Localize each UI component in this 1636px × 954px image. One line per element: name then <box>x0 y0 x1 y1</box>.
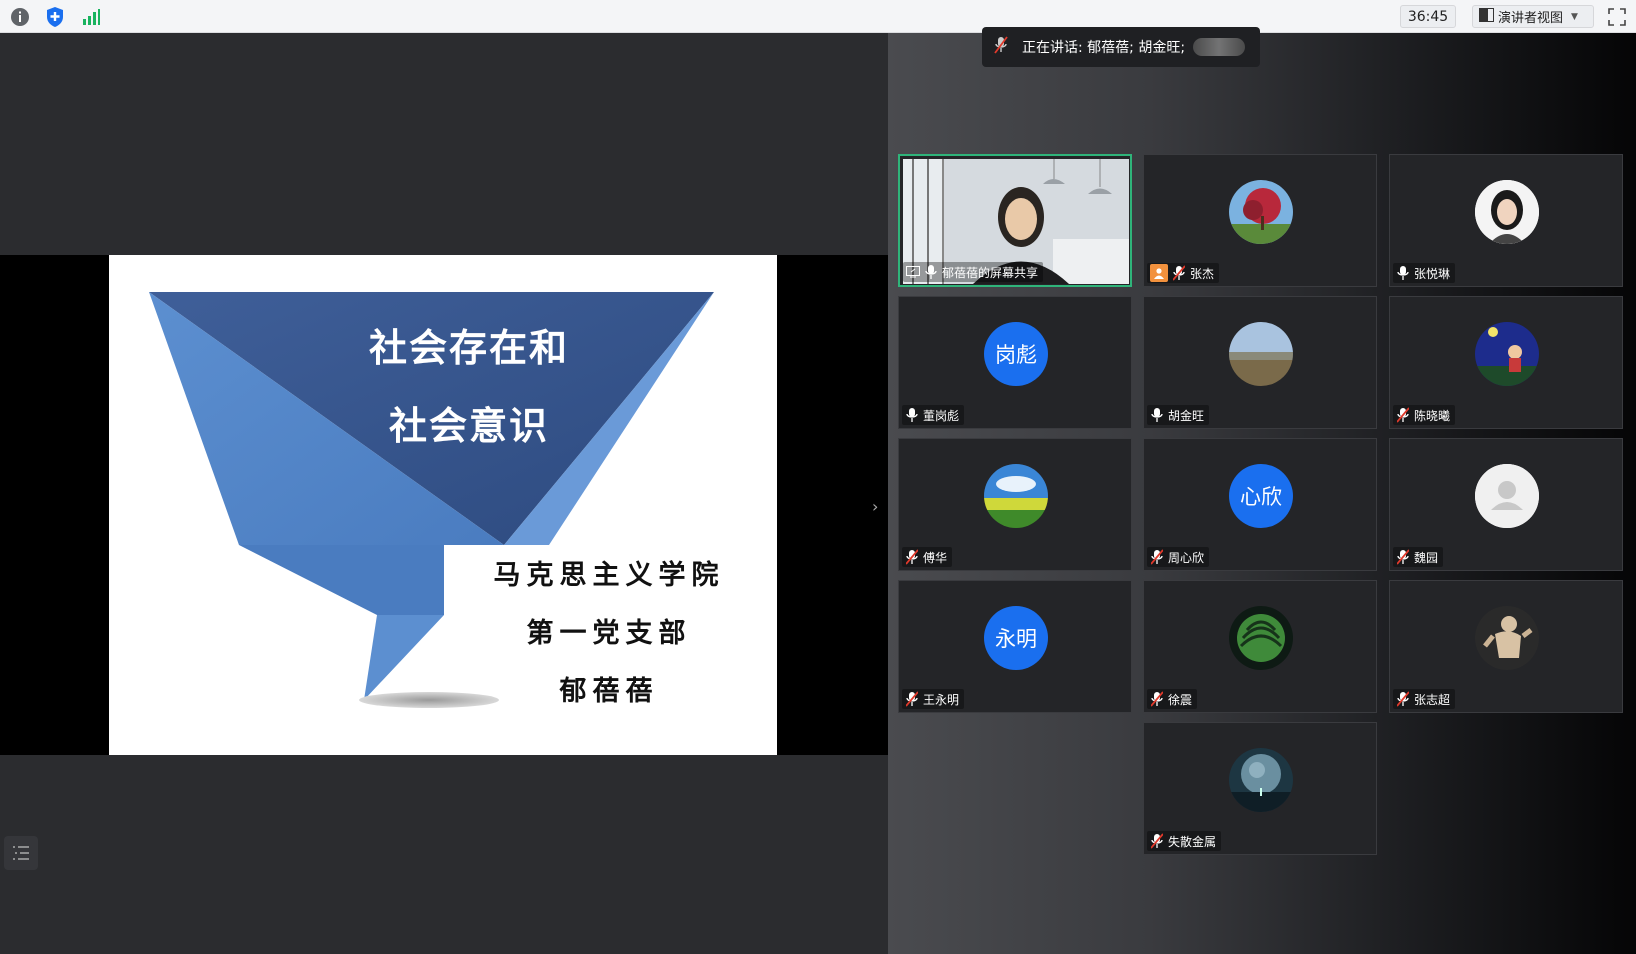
participant-tile[interactable]: 永明 王永明 <box>898 580 1132 713</box>
muted-mic-icon <box>1396 407 1410 423</box>
collapse-arrow-icon[interactable]: › <box>872 497 878 516</box>
participant-nameplate: 董岗彪 <box>902 405 965 425</box>
speaking-extra-blurred <box>1193 38 1246 56</box>
participant-tile[interactable]: 陈晓曦 <box>1389 296 1623 429</box>
muted-mic-icon <box>905 691 919 707</box>
participant-name: 张悦琳 <box>1414 266 1451 281</box>
muted-mic-icon <box>1150 833 1164 849</box>
slide-title-line1: 社会存在和 <box>368 325 569 370</box>
chevron-down-icon: ▼ <box>1571 11 1578 22</box>
avatar <box>1475 606 1539 670</box>
view-mode-dropdown[interactable]: 演讲者视图 ▼ <box>1472 5 1594 28</box>
avatar-initials: 永明 <box>984 606 1048 670</box>
screen-share-icon <box>906 264 920 280</box>
participant-name: 董岗彪 <box>923 408 960 423</box>
default-avatar-icon <box>1475 464 1539 528</box>
participant-tile[interactable]: 张志超 <box>1389 580 1623 713</box>
slide-title-line2: 社会意识 <box>388 403 549 448</box>
shared-screen-panel: 社会存在和 社会意识 马克思主义学院 第一党支部 郁蓓蓓 › <box>0 33 888 954</box>
participant-nameplate: 陈晓曦 <box>1393 405 1456 425</box>
participant-nameplate: 周心欣 <box>1147 547 1210 567</box>
participant-nameplate: 徐震 <box>1147 689 1198 709</box>
participant-name: 陈晓曦 <box>1414 408 1451 423</box>
muted-mic-icon <box>1172 265 1186 281</box>
participant-nameplate: 张杰 <box>1147 263 1220 283</box>
host-icon <box>1150 264 1168 282</box>
mic-icon <box>1396 265 1410 281</box>
slide-org-line1: 马克思主义学院 <box>493 560 725 591</box>
signal-icon[interactable] <box>80 6 102 28</box>
list-menu-icon[interactable] <box>4 836 38 870</box>
slide-presenter: 郁蓓蓓 <box>559 676 659 707</box>
avatar <box>1229 606 1293 670</box>
presentation-slide: 社会存在和 社会意识 马克思主义学院 第一党支部 郁蓓蓓 <box>109 255 777 755</box>
participant-name: 失散金属 <box>1168 834 1217 849</box>
participant-name: 傅华 <box>923 550 948 565</box>
meeting-timer: 36:45 <box>1400 5 1456 28</box>
participant-nameplate: 张悦琳 <box>1393 263 1456 283</box>
muted-mic-icon <box>1396 549 1410 565</box>
shield-icon[interactable] <box>44 6 66 28</box>
avatar <box>1475 322 1539 386</box>
participant-tile[interactable]: 傅华 <box>898 438 1132 571</box>
participant-nameplate: 胡金旺 <box>1147 405 1210 425</box>
avatar-initials: 岗彪 <box>984 322 1048 386</box>
muted-mic-icon <box>994 36 1008 58</box>
participant-name: 张杰 <box>1190 266 1215 281</box>
avatar <box>1475 180 1539 244</box>
top-toolbar: 36:45 演讲者视图 ▼ <box>0 0 1636 33</box>
meeting-window: 36:45 演讲者视图 ▼ 社会存在和 社会意识 马克思主义学院 第一党支部 郁… <box>0 0 1636 954</box>
speaker-view-icon <box>1479 7 1494 26</box>
mic-icon <box>905 407 919 423</box>
participant-tile[interactable]: 张杰 <box>1143 154 1377 287</box>
avatar <box>1229 180 1293 244</box>
participant-tile[interactable]: 徐震 <box>1143 580 1377 713</box>
muted-mic-icon <box>905 549 919 565</box>
participant-nameplate: 王永明 <box>902 689 965 709</box>
participant-nameplate: 魏园 <box>1393 547 1444 567</box>
muted-mic-icon <box>1150 549 1164 565</box>
participant-nameplate: 郁蓓蓓的屏幕共享 <box>903 262 1044 282</box>
participant-nameplate: 失散金属 <box>1147 831 1222 851</box>
speaking-indicator: 正在讲话: 郁蓓蓓; 胡金旺; <box>982 27 1260 67</box>
participant-name: 郁蓓蓓的屏幕共享 <box>942 265 1039 280</box>
participant-tile[interactable]: 岗彪 董岗彪 <box>898 296 1132 429</box>
participant-tile[interactable]: 魏园 <box>1389 438 1623 571</box>
participant-name: 徐震 <box>1168 692 1193 707</box>
muted-mic-icon <box>1150 691 1164 707</box>
participant-nameplate: 傅华 <box>902 547 953 567</box>
avatar <box>1229 748 1293 812</box>
participant-tile[interactable]: 胡金旺 <box>1143 296 1377 429</box>
fullscreen-icon[interactable] <box>1607 7 1627 27</box>
info-icon[interactable] <box>9 6 31 28</box>
avatar <box>1229 322 1293 386</box>
participant-name: 胡金旺 <box>1168 408 1205 423</box>
speaking-text: 正在讲话: 郁蓓蓓; 胡金旺; <box>1022 40 1186 56</box>
participant-name: 张志超 <box>1414 692 1451 707</box>
participant-tile[interactable]: 失散金属 <box>1143 722 1377 855</box>
participant-tile[interactable]: 心欣 周心欣 <box>1143 438 1377 571</box>
participant-name: 王永明 <box>923 692 960 707</box>
avatar-initials: 心欣 <box>1229 464 1293 528</box>
slide-org-line2: 第一党支部 <box>526 618 692 649</box>
participant-name: 魏园 <box>1414 550 1439 565</box>
participant-tile[interactable]: 张悦琳 <box>1389 154 1623 287</box>
participant-tile[interactable]: 郁蓓蓓的屏幕共享 <box>898 154 1132 287</box>
mic-icon <box>924 264 938 280</box>
view-mode-label: 演讲者视图 <box>1498 11 1564 26</box>
avatar <box>984 464 1048 528</box>
participant-name: 周心欣 <box>1168 550 1205 565</box>
participant-nameplate: 张志超 <box>1393 689 1456 709</box>
mic-icon <box>1150 407 1164 423</box>
muted-mic-icon <box>1396 691 1410 707</box>
